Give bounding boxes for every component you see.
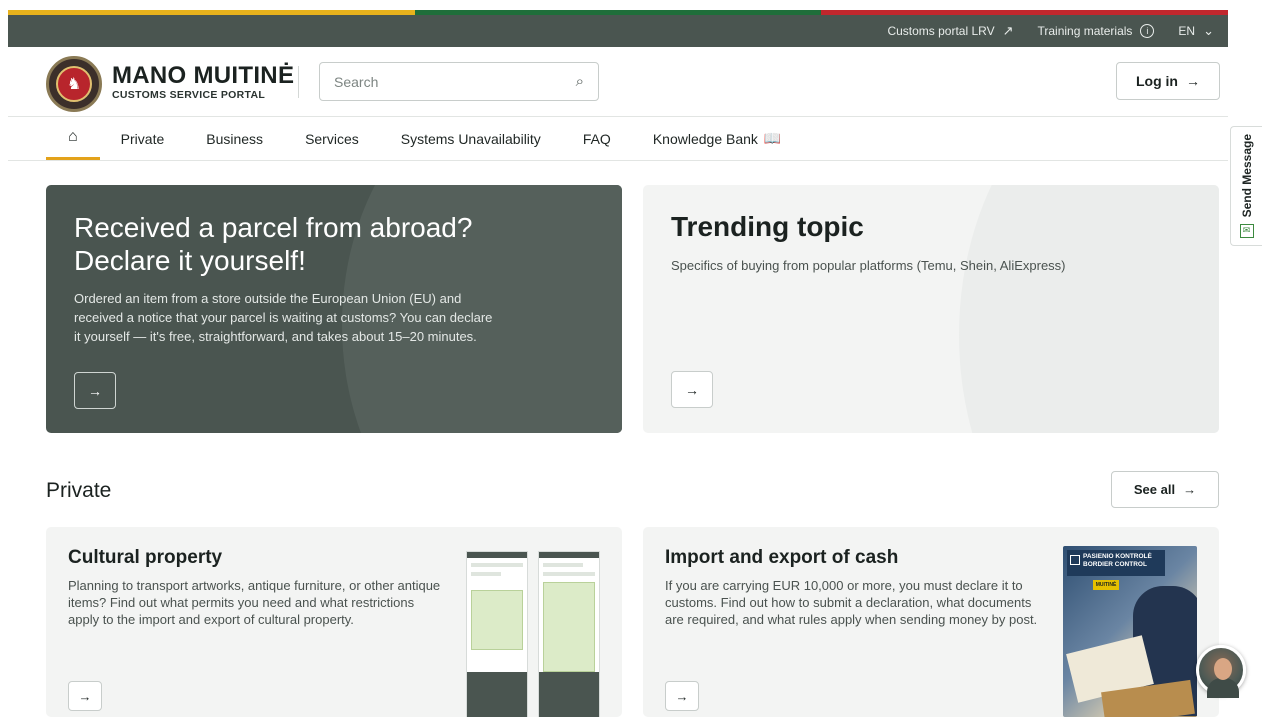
send-message-label: Send Message xyxy=(1239,134,1254,218)
language-label: EN xyxy=(1178,24,1196,38)
border-sign-icon xyxy=(1070,555,1080,565)
envelope-icon: ✉ xyxy=(1239,223,1254,238)
arrow-right-icon: → xyxy=(78,688,92,704)
trending-text: Specifics of buying from popular platfor… xyxy=(671,258,1066,273)
customs-portal-link[interactable]: Customs portal LRV ↗ xyxy=(887,23,1013,39)
send-message-tab[interactable]: Send Message ✉ xyxy=(1230,126,1262,246)
nav-services-label: Services xyxy=(305,130,359,147)
arrow-right-icon: → xyxy=(88,382,102,399)
customs-emblem-logo[interactable]: ♞ xyxy=(46,56,102,112)
nav-private-label: Private xyxy=(120,130,165,147)
card-title: Cultural property xyxy=(68,547,223,568)
nav-knowledge-bank[interactable]: Knowledge Bank 📖 xyxy=(632,117,803,160)
login-button[interactable]: Log in → xyxy=(1116,62,1220,100)
search-input[interactable] xyxy=(334,73,576,90)
arrow-right-icon: → xyxy=(675,688,689,704)
brand-block[interactable]: MANO MUITINĖ CUSTOMS SERVICE PORTAL xyxy=(112,62,295,102)
arrow-right-icon: → xyxy=(1183,482,1197,497)
sign-line-1: PASIENIO KONTROLĖ xyxy=(1083,553,1152,560)
nav-business-label: Business xyxy=(206,130,264,147)
header-divider xyxy=(298,66,299,98)
training-materials-label: Training materials xyxy=(1037,24,1133,38)
see-all-label: See all xyxy=(1133,482,1176,497)
site-header: ♞ MANO MUITINĖ CUSTOMS SERVICE PORTAL ⌕ … xyxy=(46,54,1220,112)
hero-title: Received a parcel from abroad? Declare i… xyxy=(74,212,473,276)
document-preview-image xyxy=(466,551,528,717)
trending-decoration xyxy=(959,185,1219,433)
card-cultural-property[interactable]: Cultural property Planning to transport … xyxy=(46,527,622,717)
nav-private[interactable]: Private xyxy=(100,117,186,160)
search-box[interactable]: ⌕ xyxy=(319,62,599,101)
nav-services[interactable]: Services xyxy=(284,117,380,160)
top-utility-bar: Customs portal LRV ↗ Training materials … xyxy=(8,15,1228,47)
chat-assistant-avatar[interactable] xyxy=(1196,645,1246,698)
border-control-photo: PASIENIO KONTROLĖ BORDIER CONTROL MUITIN… xyxy=(1063,546,1197,717)
hero-text: Ordered an item from a store outside the… xyxy=(74,291,493,344)
arrow-right-icon: → xyxy=(1186,73,1200,89)
document-preview-image xyxy=(538,551,600,717)
chevron-down-icon: ⌄ xyxy=(1203,23,1214,38)
search-icon[interactable]: ⌕ xyxy=(576,73,584,90)
customs-portal-label: Customs portal LRV xyxy=(887,24,995,38)
hero-parcel-card[interactable]: Received a parcel from abroad? Declare i… xyxy=(46,185,622,433)
hero-arrow-button[interactable]: → xyxy=(74,372,116,409)
book-icon: 📖 xyxy=(763,130,782,146)
avatar-body xyxy=(1207,678,1239,698)
see-all-button[interactable]: See all → xyxy=(1111,471,1219,508)
nav-home[interactable]: ⌂ xyxy=(46,117,100,160)
card-arrow-button[interactable]: → xyxy=(68,681,102,711)
trending-arrow-button[interactable]: → xyxy=(671,371,713,408)
info-icon: i xyxy=(1140,24,1155,38)
nav-faq-label: FAQ xyxy=(582,130,611,147)
brand-name: MANO MUITINĖ xyxy=(112,62,295,89)
trending-topic-card[interactable]: Trending topic Specifics of buying from … xyxy=(643,185,1219,433)
nav-business[interactable]: Business xyxy=(185,117,284,160)
card-title: Import and export of cash xyxy=(665,547,899,568)
brand-subtitle: CUSTOMS SERVICE PORTAL xyxy=(112,89,266,101)
arrow-right-icon: → xyxy=(685,381,699,398)
card-arrow-button[interactable]: → xyxy=(665,681,699,711)
nav-systems-unavailability[interactable]: Systems Unavailability xyxy=(380,117,562,160)
sign-line-2: BORDIER CONTROL xyxy=(1083,561,1147,568)
card-text: Planning to transport artworks, antique … xyxy=(68,578,441,627)
coat-of-arms-icon: ♞ xyxy=(56,66,92,102)
training-materials-link[interactable]: Training materials i xyxy=(1038,24,1155,38)
language-selector[interactable]: EN ⌄ xyxy=(1178,23,1214,39)
nav-faq[interactable]: FAQ xyxy=(562,117,632,160)
external-arrow-icon: ↗ xyxy=(1002,23,1014,38)
border-control-sign: PASIENIO KONTROLĖ BORDIER CONTROL xyxy=(1067,550,1165,576)
nav-systems-label: Systems Unavailability xyxy=(400,130,541,147)
avatar-face xyxy=(1214,658,1232,680)
card-import-export-cash[interactable]: Import and export of cash If you are car… xyxy=(643,527,1219,717)
customs-tag: MUITINĖ xyxy=(1093,580,1119,590)
main-nav: ⌂ Private Business Services Systems Unav… xyxy=(8,116,1228,161)
section-title-private: Private xyxy=(46,479,112,502)
login-label: Log in xyxy=(1136,73,1178,89)
nav-knowledge-label: Knowledge Bank xyxy=(652,130,758,147)
home-icon: ⌂ xyxy=(68,128,78,145)
card-text: If you are carrying EUR 10,000 or more, … xyxy=(665,578,1038,627)
trending-title: Trending topic xyxy=(671,211,864,242)
